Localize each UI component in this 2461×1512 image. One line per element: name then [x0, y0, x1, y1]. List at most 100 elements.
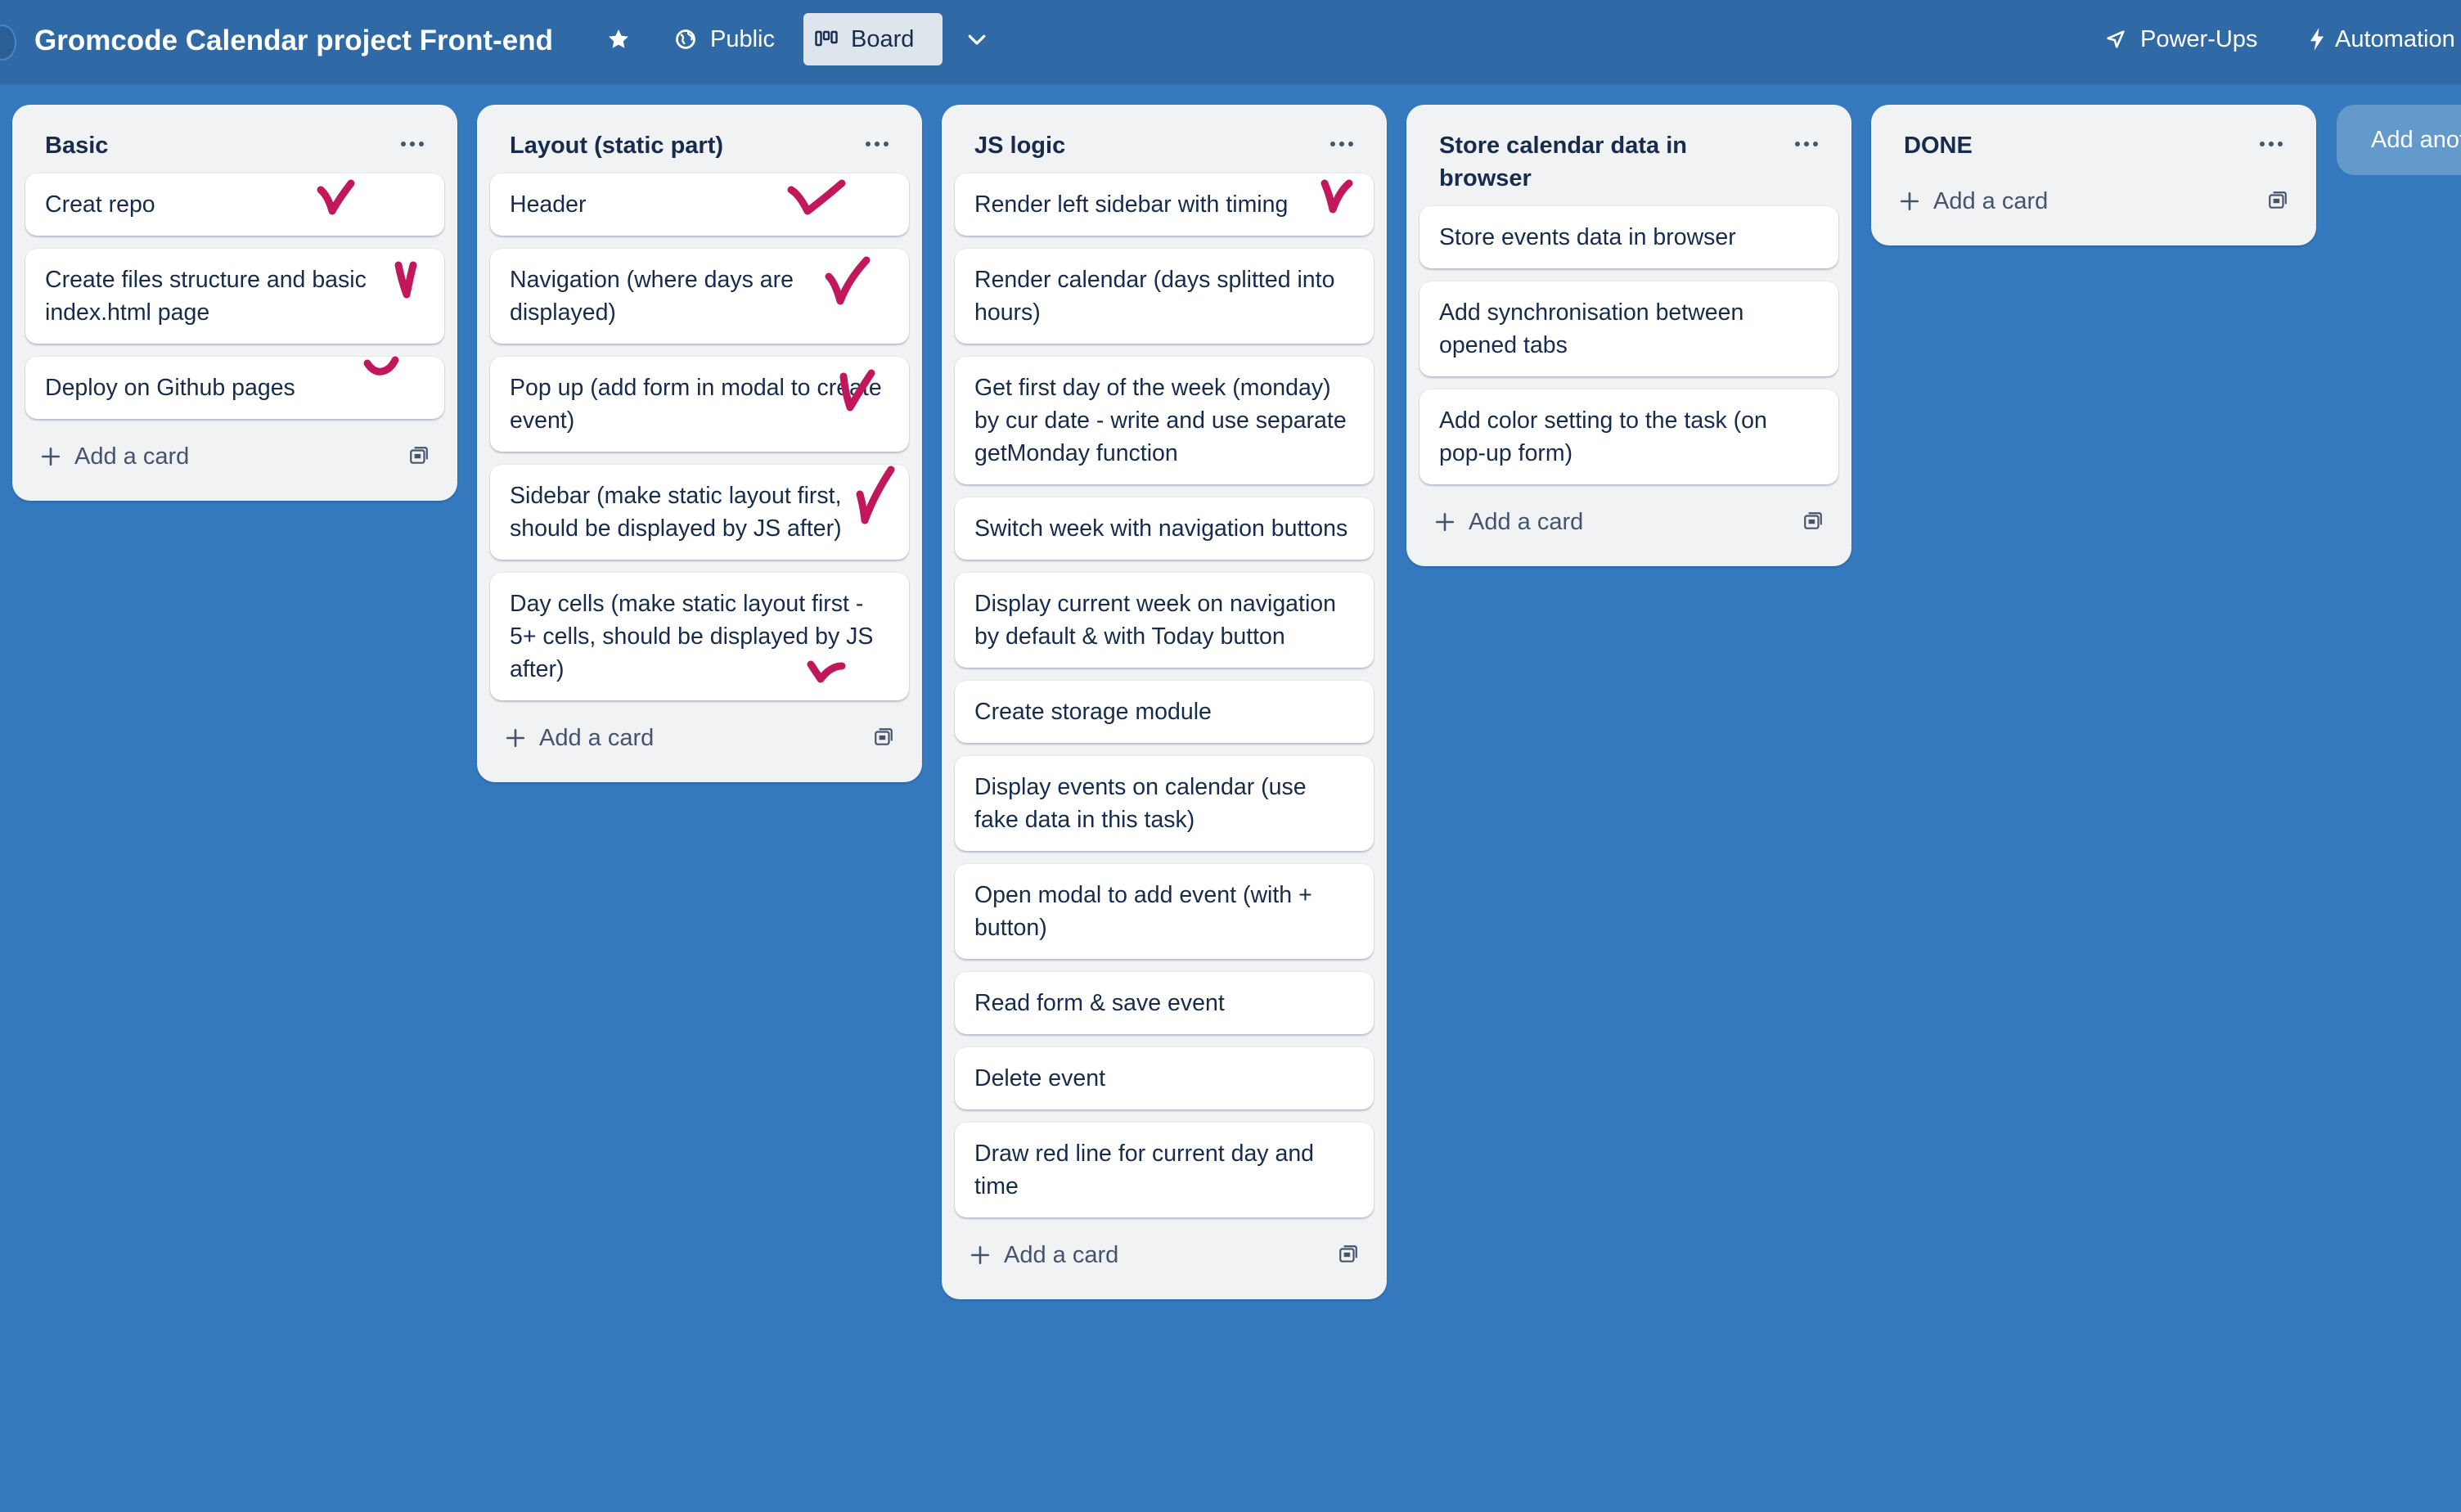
card[interactable]: Delete event	[955, 1047, 1374, 1109]
list-title[interactable]: DONE	[1904, 129, 2243, 162]
workspace-avatar[interactable]	[0, 25, 16, 61]
more-icon	[1795, 142, 1818, 146]
list-title[interactable]: Layout (static part)	[510, 129, 848, 162]
rocket-icon	[2107, 30, 2125, 48]
more-icon	[866, 142, 889, 146]
list-menu-button[interactable]	[1783, 124, 1830, 164]
card-title: Add color setting to the task (on pop-up…	[1439, 407, 1767, 466]
list-title[interactable]: JS logic	[974, 129, 1313, 162]
add-card-button[interactable]: Add a card	[1884, 177, 2303, 226]
card-title: Create storage module	[974, 699, 1212, 725]
powerups-button[interactable]: Power-Ups	[2093, 13, 2273, 65]
card[interactable]: Open modal to add event (with + button)	[955, 864, 1374, 959]
list-header: Store calendar data in browser	[1406, 105, 1851, 206]
list-layout: Layout (static part) Header Navigation (…	[477, 105, 922, 782]
list-header: DONE	[1871, 105, 2316, 173]
add-card-button[interactable]: Add a card	[25, 432, 444, 481]
automation-label: Automation	[2335, 25, 2455, 52]
add-card-button[interactable]: Add a card	[1419, 497, 1838, 547]
card[interactable]: Creat repo	[25, 173, 444, 236]
card-title: Read form & save event	[974, 990, 1225, 1016]
lightning-icon	[2310, 28, 2324, 51]
list-header: Layout (static part)	[477, 105, 922, 173]
card-template-icon[interactable]	[1802, 511, 1824, 532]
add-card-label: Add a card	[1933, 187, 2049, 214]
add-card-button[interactable]: Add a card	[955, 1231, 1374, 1280]
more-icon	[2260, 142, 2283, 146]
automation-button[interactable]: Automation	[2296, 13, 2461, 65]
add-card-label: Add a card	[74, 443, 190, 470]
list-header: Basic	[12, 105, 457, 173]
card-template-icon[interactable]	[2267, 190, 2288, 211]
card-title: Open modal to add event (with + button)	[974, 882, 1312, 941]
card[interactable]: Store events data in browser	[1419, 206, 1838, 268]
card[interactable]: Add color setting to the task (on pop-up…	[1419, 389, 1838, 484]
card-title: Header	[510, 191, 587, 218]
card[interactable]: Get first day of the week (monday) by cu…	[955, 357, 1374, 484]
card-title: Creat repo	[45, 191, 155, 218]
globe-icon	[676, 29, 695, 49]
card[interactable]: Draw red line for current day and time	[955, 1123, 1374, 1217]
card-title: Pop up (add form in modal to create even…	[510, 375, 882, 434]
add-card-label: Add a card	[1004, 1241, 1119, 1268]
card[interactable]: Navigation (where days are displayed)	[490, 249, 909, 344]
board-title[interactable]: Gromcode Calendar project Front-end	[34, 18, 553, 64]
card[interactable]: Read form & save event	[955, 972, 1374, 1034]
card-title: Navigation (where days are displayed)	[510, 267, 794, 326]
card[interactable]: Create files structure and basic index.h…	[25, 249, 444, 344]
card-title: Render left sidebar with timing	[974, 191, 1289, 218]
chevron-down-icon	[968, 34, 986, 45]
board-view-label: Board	[851, 25, 915, 52]
add-list-button[interactable]: Add another list	[2337, 105, 2461, 175]
add-card-label: Add a card	[1469, 508, 1584, 535]
card[interactable]: Display events on calendar (use fake dat…	[955, 756, 1374, 851]
list-done: DONE Add a card	[1871, 105, 2316, 245]
list-menu-button[interactable]	[853, 124, 901, 164]
visibility-label: Public	[710, 25, 775, 52]
list-title[interactable]: Basic	[45, 129, 384, 162]
more-icon	[401, 142, 424, 146]
plus-icon	[41, 447, 61, 466]
visibility-button[interactable]: Public	[663, 13, 794, 65]
more-icon	[1330, 142, 1353, 146]
list-menu-button[interactable]	[2247, 124, 2295, 164]
board-view-icon	[815, 30, 838, 47]
card-title: Deploy on Github pages	[45, 375, 295, 401]
plus-icon	[970, 1245, 990, 1265]
list-js-logic: JS logic Render left sidebar with timing…	[942, 105, 1387, 1299]
card[interactable]: Render left sidebar with timing	[955, 173, 1374, 236]
card-title: Day cells (make static layout first - 5+…	[510, 591, 874, 682]
card-template-icon[interactable]	[1338, 1244, 1359, 1265]
card-template-icon[interactable]	[408, 445, 430, 466]
board-view-button[interactable]: Board	[803, 13, 943, 65]
card[interactable]: Add synchronisation between opened tabs	[1419, 281, 1838, 376]
card[interactable]: Day cells (make static layout first - 5+…	[490, 573, 909, 700]
view-switcher-button[interactable]	[954, 13, 1000, 65]
add-card-label: Add a card	[539, 724, 655, 751]
list-store-calendar-data: Store calendar data in browser Store eve…	[1406, 105, 1851, 566]
card-title: Store events data in browser	[1439, 224, 1736, 250]
card-title: Get first day of the week (monday) by cu…	[974, 375, 1347, 466]
card-title: Switch week with navigation buttons	[974, 515, 1348, 542]
card[interactable]: Display current week on navigation by de…	[955, 573, 1374, 668]
list-menu-button[interactable]	[1318, 124, 1365, 164]
card[interactable]: Render calendar (days splitted into hour…	[955, 249, 1374, 344]
list-title[interactable]: Store calendar data in browser	[1439, 129, 1778, 195]
star-icon	[609, 29, 628, 48]
card[interactable]: Pop up (add form in modal to create even…	[490, 357, 909, 452]
card[interactable]: Deploy on Github pages	[25, 356, 444, 419]
card-title: Display events on calendar (use fake dat…	[974, 774, 1307, 833]
add-card-button[interactable]: Add a card	[490, 713, 909, 763]
card[interactable]: Create storage module	[955, 681, 1374, 743]
star-button[interactable]	[592, 13, 645, 65]
list-header: JS logic	[942, 105, 1387, 173]
add-list-label: Add another list	[2371, 126, 2461, 153]
list-basic: Basic Creat repo Create files structure …	[12, 105, 457, 501]
list-menu-button[interactable]	[389, 124, 436, 164]
card[interactable]: Header	[490, 173, 909, 236]
card[interactable]: Sidebar (make static layout first, shoul…	[490, 465, 909, 560]
card[interactable]: Switch week with navigation buttons	[955, 497, 1374, 560]
card-template-icon[interactable]	[873, 727, 894, 748]
plus-icon	[506, 728, 525, 748]
card-title: Render calendar (days splitted into hour…	[974, 267, 1335, 326]
